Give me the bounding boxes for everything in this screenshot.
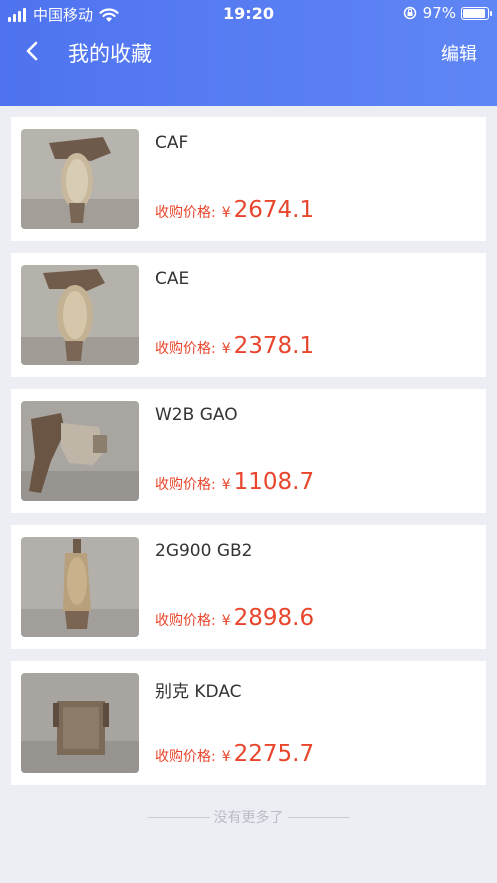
page-title: 我的收藏 (68, 42, 152, 66)
price-label: 收购价格: (155, 341, 216, 357)
edit-button[interactable]: 编辑 (441, 40, 477, 66)
currency-symbol: ¥ (221, 613, 231, 629)
item-name: 别克 KDAC (155, 682, 242, 702)
list-item[interactable]: W2B GAO 收购价格: ¥ 1108.7 (11, 389, 486, 513)
price-row: 收购价格: ¥ 2378.1 (155, 333, 314, 359)
item-name: W2B GAO (155, 405, 238, 425)
price-row: 收购价格: ¥ 1108.7 (155, 469, 314, 495)
item-name: CAF (155, 133, 189, 153)
currency-symbol: ¥ (221, 749, 231, 765)
list-end-footer: 没有更多了 (0, 805, 497, 829)
product-image (21, 401, 139, 501)
battery-percent: 97% (422, 4, 456, 22)
status-bar: 中国移动 19:20 97% (0, 0, 497, 30)
currency-symbol: ¥ (221, 205, 231, 221)
product-image (21, 673, 139, 773)
product-image (21, 537, 139, 637)
price-label: 收购价格: (155, 477, 216, 493)
price-label: 收购价格: (155, 205, 216, 221)
currency-symbol: ¥ (221, 477, 231, 493)
price-label: 收购价格: (155, 613, 216, 629)
price-value: 2898.6 (233, 605, 315, 631)
favorites-list: CAF 收购价格: ¥ 2674.1 CAE 收购价格: ¥ 2378.1 W2… (11, 117, 486, 797)
list-item[interactable]: 2G900 GB2 收购价格: ¥ 2898.6 (11, 525, 486, 649)
price-value: 2378.1 (233, 333, 315, 359)
price-label: 收购价格: (155, 749, 216, 765)
nav-bar: 我的收藏 编辑 (0, 30, 497, 74)
list-item[interactable]: 别克 KDAC 收购价格: ¥ 2275.7 (11, 661, 486, 785)
price-value: 1108.7 (233, 469, 315, 495)
price-row: 收购价格: ¥ 2275.7 (155, 741, 314, 767)
price-row: 收购价格: ¥ 2898.6 (155, 605, 314, 631)
price-value: 2674.1 (233, 197, 315, 223)
header: 中国移动 19:20 97% 我的收藏 编辑 (0, 0, 497, 106)
price-row: 收购价格: ¥ 2674.1 (155, 197, 314, 223)
list-item[interactable]: CAE 收购价格: ¥ 2378.1 (11, 253, 486, 377)
list-item[interactable]: CAF 收购价格: ¥ 2674.1 (11, 117, 486, 241)
status-right: 97% (403, 4, 492, 22)
price-value: 2275.7 (233, 741, 315, 767)
product-image (21, 129, 139, 229)
divider (147, 816, 210, 818)
item-name: CAE (155, 269, 190, 289)
battery-icon (461, 6, 492, 20)
item-name: 2G900 GB2 (155, 541, 253, 561)
rotation-lock-icon (403, 6, 416, 20)
divider (287, 816, 350, 818)
currency-symbol: ¥ (221, 341, 231, 357)
no-more-label: 没有更多了 (213, 810, 284, 826)
chevron-left-icon[interactable] (18, 36, 48, 66)
product-image (21, 265, 139, 365)
